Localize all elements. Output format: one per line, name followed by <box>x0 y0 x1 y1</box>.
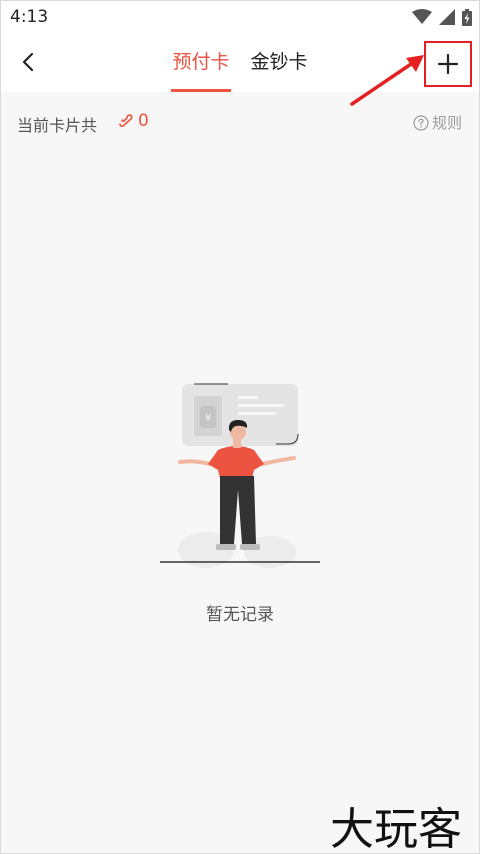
empty-state-illustration: ¥ <box>160 383 320 568</box>
status-icons <box>412 8 472 26</box>
rules-label: 规则 <box>432 114 463 132</box>
card-icon <box>119 114 133 128</box>
svg-text:¥: ¥ <box>205 413 211 424</box>
plus-icon <box>437 53 459 75</box>
wifi-icon <box>412 9 432 24</box>
add-card-button[interactable] <box>424 41 472 87</box>
battery-icon <box>462 8 472 26</box>
status-bar: 4:13 <box>0 0 480 34</box>
tab-gold-card-label: 金钞卡 <box>250 51 308 73</box>
watermark-logo: 大玩客 <box>330 804 462 850</box>
card-count: 0 <box>118 111 149 131</box>
status-time: 4:13 <box>10 7 49 27</box>
tab-gold-card[interactable]: 金钞卡 <box>248 47 310 92</box>
question-circle-icon <box>413 114 429 131</box>
svg-text:大玩客: 大玩客 <box>330 804 462 850</box>
chevron-left-icon <box>22 52 34 72</box>
tab-prepaid-card[interactable]: 预付卡 <box>171 47 231 92</box>
card-info-row: 当前卡片共 0 规则 <box>0 92 480 152</box>
empty-state-message: 暂无记录 <box>206 605 274 625</box>
card-count-value: 0 <box>138 111 149 131</box>
card-count-label: 当前卡片共 <box>17 116 98 135</box>
tab-prepaid-card-label: 预付卡 <box>172 51 230 73</box>
signal-icon <box>439 9 455 25</box>
back-button[interactable] <box>12 46 44 78</box>
rules-link[interactable]: 规则 <box>413 112 462 133</box>
